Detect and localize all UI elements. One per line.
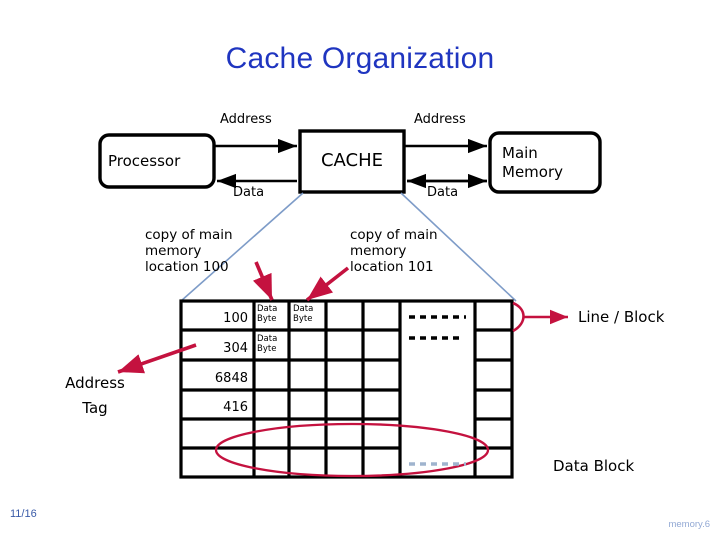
note-left-line3: location 100	[145, 259, 229, 275]
bus-label-address-left: Address	[220, 112, 272, 127]
note-right-line3: location 101	[350, 259, 434, 275]
note-left-line1: copy of main	[145, 227, 233, 243]
line-block-label: Line / Block	[578, 308, 665, 326]
address-tag-label-line2: Tag	[82, 399, 108, 417]
data-byte-r1c3-line2: Byte	[293, 313, 313, 324]
note-left-line2: memory	[145, 243, 202, 259]
footer-page-number: 11/16	[10, 508, 37, 520]
main-memory-label-line1: Main	[502, 144, 538, 162]
data-byte-r1c2-line2: Byte	[257, 313, 277, 324]
data-byte-cell-r1c2: Data Byte	[257, 304, 277, 324]
brace-line-block	[512, 301, 525, 333]
main-memory-label-line2: Memory	[502, 163, 564, 181]
tag-cell-row-1: 100	[223, 311, 248, 326]
bus-label-data-right: Data	[427, 185, 459, 200]
bus-label-address-right: Address	[414, 112, 466, 127]
data-block-label: Data Block	[553, 457, 635, 475]
address-tag-label-line1: Address	[65, 374, 125, 392]
tag-cell-row-4: 416	[223, 400, 248, 415]
bus-label-data-left: Data	[233, 185, 265, 200]
slide-canvas: Cache Organization Processor CACHE Main …	[0, 0, 720, 540]
data-byte-r2c2-line2: Byte	[257, 343, 277, 354]
arrow-to-databyte-1	[252, 261, 274, 301]
tag-cell-row-2: 304	[223, 341, 248, 356]
arrow-to-databyte-2	[305, 266, 350, 302]
page-title: Cache Organization	[225, 42, 495, 75]
processor-label: Processor	[108, 152, 181, 170]
footer-note: memory.6	[668, 519, 710, 530]
connector-right	[400, 192, 517, 302]
note-right-line2: memory	[350, 243, 407, 259]
data-byte-cell-r1c3: Data Byte	[293, 304, 313, 324]
cache-label: CACHE	[320, 150, 384, 171]
data-byte-cell-r2c2: Data Byte	[257, 334, 277, 354]
tag-cell-row-3: 6848	[214, 371, 248, 386]
note-right-line1: copy of main	[350, 227, 438, 243]
